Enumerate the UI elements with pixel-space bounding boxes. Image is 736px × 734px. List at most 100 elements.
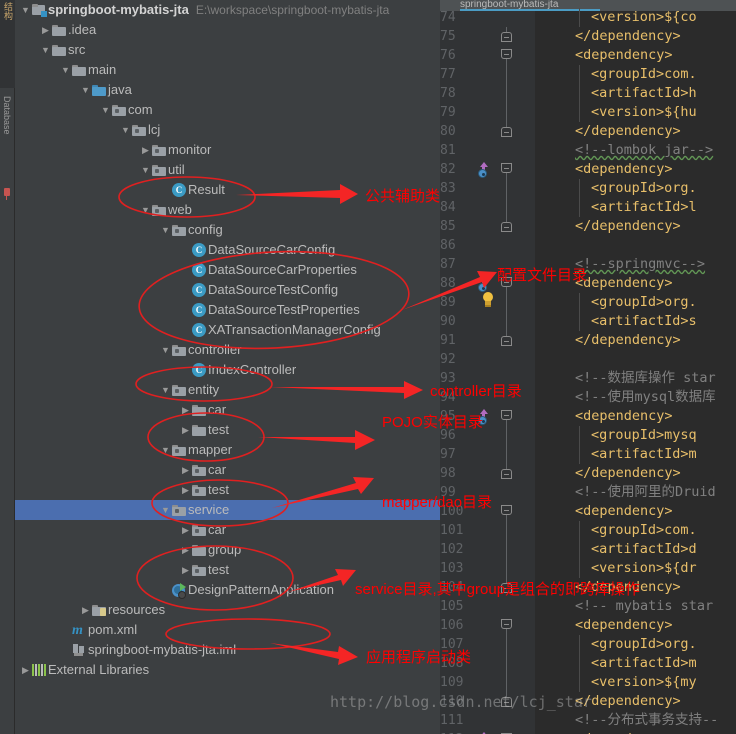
vcs-change-icon[interactable] <box>476 276 490 292</box>
tree-item-iml[interactable]: springboot-mybatis-jta.iml <box>15 640 440 660</box>
code-fold-marker[interactable] <box>501 65 512 84</box>
tree-item-DataSourceTestConfig[interactable]: C DataSourceTestConfig <box>15 280 440 300</box>
tree-item-com[interactable]: ▼ com <box>15 100 440 120</box>
tree-expander-service-group[interactable]: ▶ <box>179 540 192 560</box>
package-icon <box>192 485 206 496</box>
tree-item-service[interactable]: ▼ service <box>15 500 440 520</box>
code-fold-marker[interactable] <box>501 407 512 426</box>
tree-item-controller[interactable]: ▼ controller <box>15 340 440 360</box>
code-line-text: <artifactId>m <box>591 655 697 671</box>
tree-item-config[interactable]: ▼ config <box>15 220 440 240</box>
tree-item-entity[interactable]: ▼ entity <box>15 380 440 400</box>
tree-expander-resources[interactable]: ▶ <box>79 600 92 620</box>
tree-expander-web[interactable]: ▼ <box>139 200 152 220</box>
code-fold-marker[interactable] <box>501 217 512 236</box>
tree-expander-service[interactable]: ▼ <box>159 500 172 520</box>
tree-expander-external[interactable]: ▶ <box>19 660 32 680</box>
tree-item-idea[interactable]: ▶ .idea <box>15 20 440 40</box>
tree-expander-mapper-test[interactable]: ▶ <box>179 480 192 500</box>
code-fold-marker[interactable] <box>501 616 512 635</box>
code-fold-marker[interactable] <box>501 312 512 331</box>
vcs-change-icon[interactable] <box>476 162 490 178</box>
code-fold-marker[interactable] <box>501 293 512 312</box>
tree-item-main[interactable]: ▼ main <box>15 60 440 80</box>
tree-item-src[interactable]: ▼ src <box>15 40 440 60</box>
tree-item-entity-test[interactable]: ▶ test <box>15 420 440 440</box>
code-fold-marker[interactable] <box>501 502 512 521</box>
tree-expander-entity-car[interactable]: ▶ <box>179 400 192 420</box>
tree-expander-src[interactable]: ▼ <box>39 40 52 60</box>
code-fold-marker[interactable] <box>501 540 512 559</box>
code-fold-marker[interactable] <box>501 559 512 578</box>
code-fold-marker[interactable] <box>501 426 512 445</box>
tree-item-monitor[interactable]: ▶ monitor <box>15 140 440 160</box>
tree-expander-main[interactable]: ▼ <box>59 60 72 80</box>
tree-item-service-group[interactable]: ▶ group <box>15 540 440 560</box>
project-tree-panel[interactable]: ▼ springboot-mybatis-jta E:\workspace\spri… <box>15 0 440 734</box>
tree-item-DesignPatternApplication[interactable]: DesignPatternApplication <box>15 580 440 600</box>
tree-item-DataSourceTestProperties[interactable]: C DataSourceTestProperties <box>15 300 440 320</box>
code-fold-marker[interactable] <box>501 331 512 350</box>
tree-expander-mapper-car[interactable]: ▶ <box>179 460 192 480</box>
tree-expander-mapper[interactable]: ▼ <box>159 440 172 460</box>
code-fold-marker[interactable] <box>501 84 512 103</box>
code-fold-marker[interactable] <box>501 730 512 734</box>
tree-item-lcj[interactable]: ▼ lcj <box>15 120 440 140</box>
tree-expander-util[interactable]: ▼ <box>139 160 152 180</box>
tree-item-DataSourceCarProperties[interactable]: C DataSourceCarProperties <box>15 260 440 280</box>
code-fold-marker[interactable] <box>501 179 512 198</box>
tree-expander-service-test[interactable]: ▶ <box>179 560 192 580</box>
tree-item-resources[interactable]: ▶ resources <box>15 600 440 620</box>
tree-item-service-test[interactable]: ▶ test <box>15 560 440 580</box>
tree-item-java[interactable]: ▼ java <box>15 80 440 100</box>
vcs-change-icon[interactable] <box>476 409 490 425</box>
tree-item-pom[interactable]: m pom.xml <box>15 620 440 640</box>
tree-expander-idea[interactable]: ▶ <box>39 20 52 40</box>
tree-item-XATransactionManagerConfig[interactable]: C XATransactionManagerConfig <box>15 320 440 340</box>
tree-expander-config[interactable]: ▼ <box>159 220 172 240</box>
code-fold-marker[interactable] <box>501 578 512 597</box>
code-fold-marker[interactable] <box>501 46 512 65</box>
code-fold-marker[interactable] <box>501 198 512 217</box>
code-fold-marker[interactable] <box>501 635 512 654</box>
java-class-icon: C <box>192 283 206 297</box>
code-fold-marker[interactable] <box>501 27 512 46</box>
tree-item-IndexController[interactable]: C IndexController <box>15 360 440 380</box>
tree-item-util[interactable]: ▼ util <box>15 160 440 180</box>
code-fold-marker[interactable] <box>501 673 512 692</box>
code-fold-marker[interactable] <box>501 122 512 141</box>
code-fold-marker[interactable] <box>501 654 512 673</box>
intention-bulb-icon[interactable] <box>480 292 496 310</box>
tree-item-external[interactable]: ▶ External Libraries <box>15 660 440 680</box>
code-fold-marker[interactable] <box>501 160 512 179</box>
tree-item-DataSourceCarConfig[interactable]: C DataSourceCarConfig <box>15 240 440 260</box>
tree-expander-controller[interactable]: ▼ <box>159 340 172 360</box>
code-fold-marker[interactable] <box>501 445 512 464</box>
maven-pom-icon: m <box>72 623 83 638</box>
tree-expander-lcj[interactable]: ▼ <box>119 120 132 140</box>
tree-expander-entity-test[interactable]: ▶ <box>179 420 192 440</box>
tree-item-root[interactable]: ▼ springboot-mybatis-jta E:\workspace\spri… <box>15 0 440 20</box>
code-editor-panel[interactable]: springboot-mybatis-jta 74 <version>${co 75… <box>440 0 736 734</box>
tree-item-service-car[interactable]: ▶ car <box>15 520 440 540</box>
tree-item-mapper-test[interactable]: ▶ test <box>15 480 440 500</box>
tool-window-button-database[interactable]: Database <box>2 96 12 135</box>
tree-item-Result[interactable]: C Result <box>15 180 440 200</box>
tree-expander-service-car[interactable]: ▶ <box>179 520 192 540</box>
tree-expander-entity[interactable]: ▼ <box>159 380 172 400</box>
code-fold-marker[interactable] <box>501 521 512 540</box>
tree-item-label: DataSourceCarConfig <box>208 242 336 257</box>
tree-item-mapper-car[interactable]: ▶ car <box>15 460 440 480</box>
tree-expander-root[interactable]: ▼ <box>19 0 32 20</box>
code-fold-marker[interactable] <box>501 103 512 122</box>
tree-expander-java[interactable]: ▼ <box>79 80 92 100</box>
tree-item-web[interactable]: ▼ web <box>15 200 440 220</box>
code-fold-marker[interactable] <box>501 274 512 293</box>
tree-item-mapper[interactable]: ▼ mapper <box>15 440 440 460</box>
line-number: 108 <box>440 656 464 671</box>
tree-expander-com[interactable]: ▼ <box>99 100 112 120</box>
tree-item-entity-car[interactable]: ▶ car <box>15 400 440 420</box>
tree-expander-monitor[interactable]: ▶ <box>139 140 152 160</box>
code-fold-marker[interactable] <box>501 464 512 483</box>
tool-window-button-structure[interactable]: 结构 <box>2 2 15 20</box>
